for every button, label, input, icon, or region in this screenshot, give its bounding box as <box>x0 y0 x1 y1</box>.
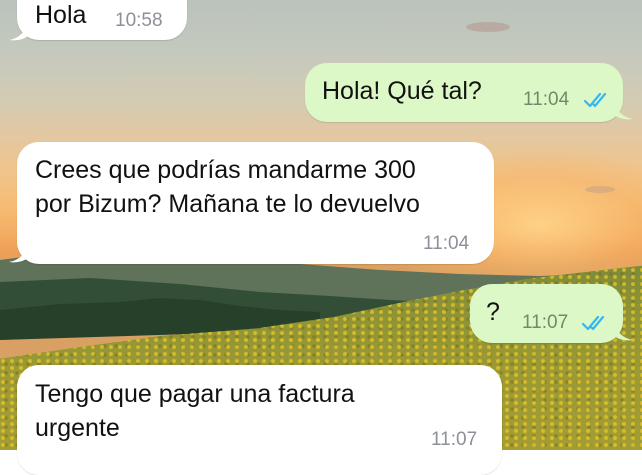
message-time: 11:07 <box>522 312 569 333</box>
cloud <box>466 22 510 32</box>
message-time: 11:04 <box>423 233 470 254</box>
message-outgoing[interactable]: Hola! Qué tal? 11:04 <box>305 63 633 122</box>
cloud <box>585 186 615 193</box>
message-time: 10:58 <box>115 10 163 31</box>
message-incoming[interactable]: Crees que podrías mandarme 300 por Bizum… <box>9 142 494 264</box>
double-check-read-icon <box>584 92 607 108</box>
double-check-read-icon <box>582 315 605 331</box>
bubble-tail <box>9 242 31 263</box>
message-text: Crees que podrías mandarme 300 por Bizum… <box>35 156 420 218</box>
message-time: 11:07 <box>431 429 478 450</box>
message-outgoing[interactable]: ? 11:07 <box>470 284 633 343</box>
message-text: Tengo que pagar una factura urgente <box>35 380 355 442</box>
bubble-tail <box>611 320 633 341</box>
message-incoming[interactable]: Hola 10:58 <box>9 0 187 41</box>
message-text: Hola <box>35 1 87 29</box>
message-time: 11:04 <box>523 89 570 110</box>
message-incoming[interactable]: Tengo que pagar una factura urgente 11:0… <box>17 365 502 475</box>
bubble-tail <box>611 99 633 120</box>
message-text: ? <box>486 298 500 326</box>
message-text: Hola! Qué tal? <box>322 77 482 105</box>
bubble-tail <box>9 20 31 41</box>
